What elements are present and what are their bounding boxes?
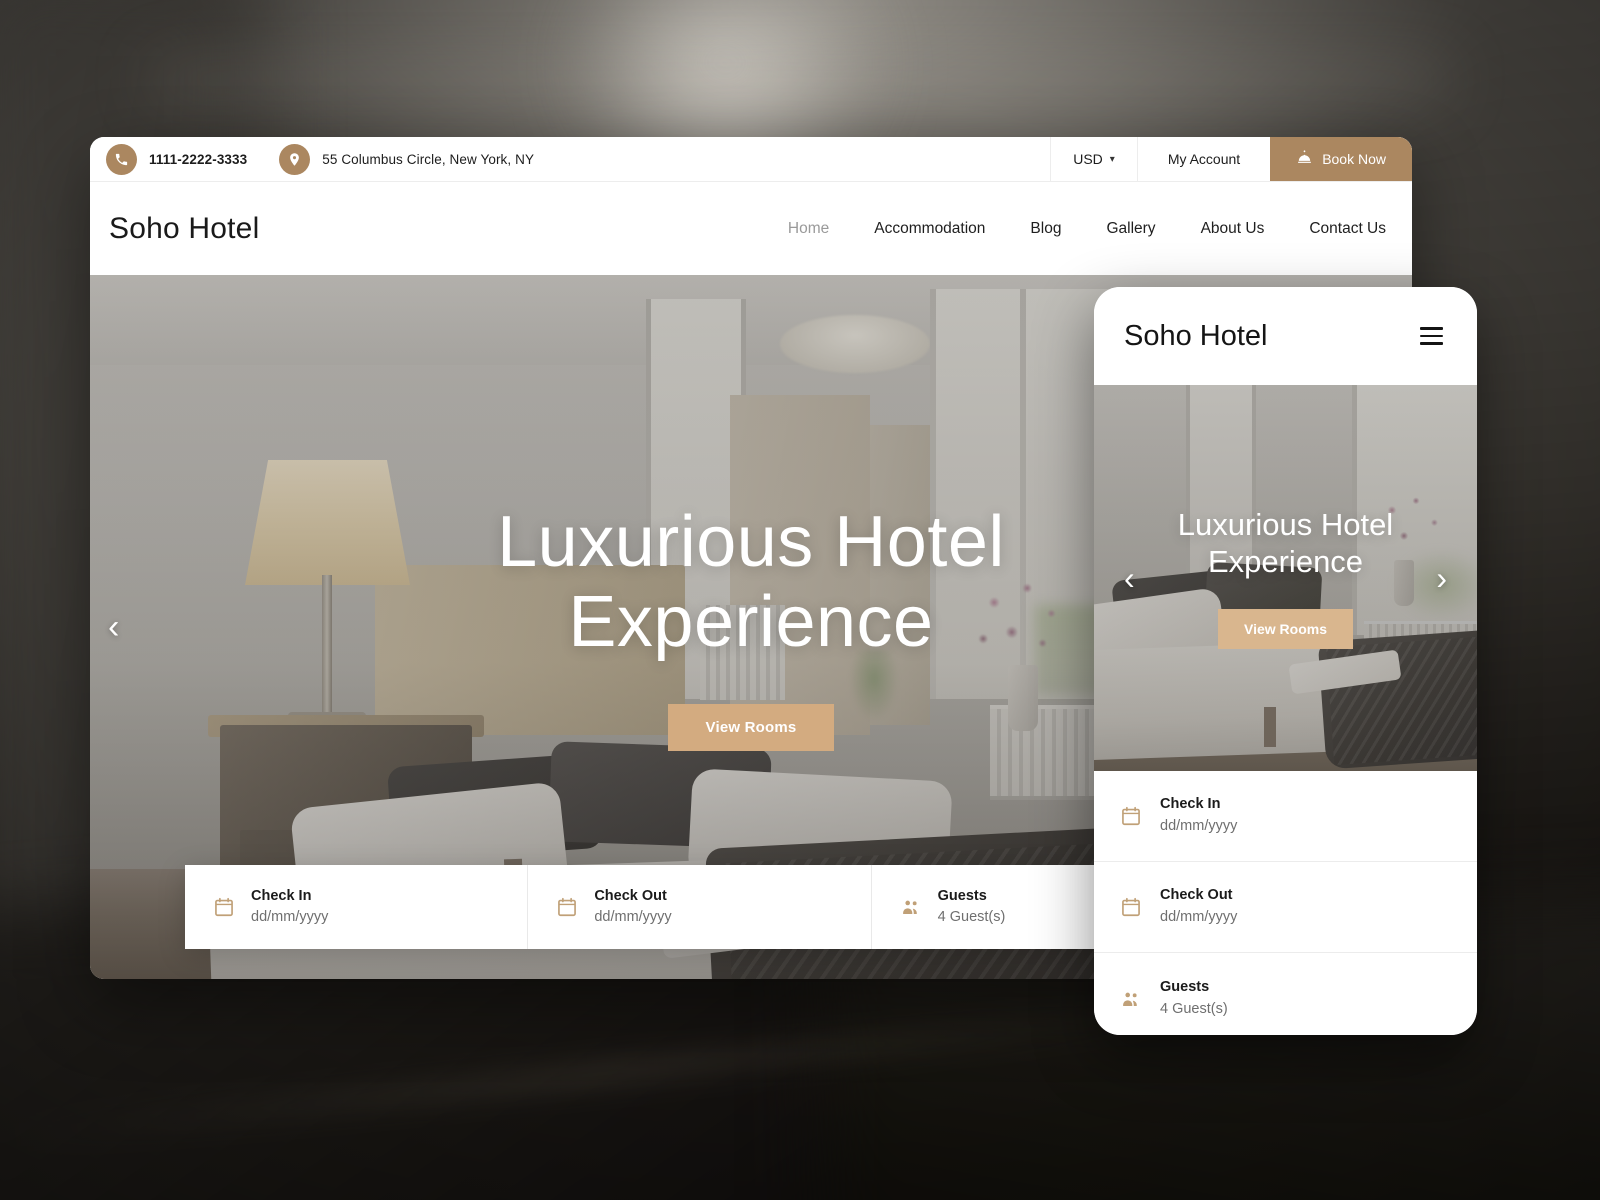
mobile-checkin-field[interactable]: Check In dd/mm/yyyy bbox=[1094, 771, 1477, 862]
phone-number: 1111-2222-3333 bbox=[149, 151, 248, 167]
mobile-checkout-value: dd/mm/yyyy bbox=[1160, 909, 1238, 925]
carousel-prev-arrow[interactable]: ‹ bbox=[108, 610, 119, 644]
mobile-header: Soho Hotel bbox=[1094, 287, 1477, 385]
guests-icon bbox=[900, 896, 922, 918]
phone-contact[interactable]: 1111-2222-3333 bbox=[106, 143, 248, 175]
mobile-checkout-text-group: Check Out dd/mm/yyyy bbox=[1160, 885, 1237, 929]
calendar-icon bbox=[1120, 805, 1142, 827]
guests-label: Guests bbox=[937, 887, 987, 904]
mobile-checkin-label: Check In bbox=[1160, 796, 1221, 813]
utility-topbar: 1111-2222-3333 55 Columbus Circle, New Y… bbox=[90, 137, 1412, 182]
guests-value: 4 Guest(s) bbox=[937, 909, 1006, 925]
book-now-button[interactable]: Book Now bbox=[1270, 137, 1412, 181]
my-account-link[interactable]: My Account bbox=[1136, 137, 1270, 181]
checkin-field[interactable]: Check In dd/mm/yyyy bbox=[185, 865, 529, 949]
mobile-checkin-text-group: Check In dd/mm/yyyy bbox=[1160, 794, 1237, 838]
mobile-guests-field[interactable]: Guests 4 Guest(s) bbox=[1094, 953, 1477, 1035]
mobile-mockup: Soho Hotel Luxurious Hotel Experience Vi… bbox=[1094, 287, 1477, 1035]
mobile-checkin-value: dd/mm/yyyy bbox=[1160, 818, 1238, 834]
mobile-carousel-prev-arrow[interactable]: ‹ bbox=[1124, 562, 1135, 594]
location-pin-icon bbox=[279, 143, 311, 175]
phone-icon bbox=[106, 143, 137, 175]
calendar-icon bbox=[213, 896, 235, 918]
mobile-checkout-label: Check Out bbox=[1160, 887, 1233, 904]
address-text: 55 Columbus Circle, New York, NY bbox=[322, 151, 535, 167]
nav-item-accommodation[interactable]: Accommodation bbox=[874, 220, 985, 238]
nav-item-gallery[interactable]: Gallery bbox=[1106, 220, 1155, 238]
mobile-guests-label: Guests bbox=[1160, 978, 1210, 995]
site-brand[interactable]: Soho Hotel bbox=[109, 212, 259, 246]
mobile-hero-title: Luxurious Hotel Experience bbox=[1177, 507, 1394, 579]
main-navbar: Soho Hotel Home Accommodation Blog Galle… bbox=[90, 182, 1412, 275]
guests-text-group: Guests 4 Guest(s) bbox=[938, 886, 1006, 928]
mobile-checkout-field[interactable]: Check Out dd/mm/yyyy bbox=[1094, 862, 1477, 953]
mobile-site-brand[interactable]: Soho Hotel bbox=[1124, 320, 1268, 353]
checkin-text-group: Check In dd/mm/yyyy bbox=[251, 886, 328, 928]
nav-links: Home Accommodation Blog Gallery About Us… bbox=[788, 220, 1394, 238]
currency-label: USD bbox=[1073, 151, 1103, 167]
checkout-text-group: Check Out dd/mm/yyyy bbox=[594, 886, 671, 928]
calendar-icon bbox=[556, 896, 578, 918]
mobile-guests-value: 4 Guest(s) bbox=[1160, 1000, 1228, 1017]
hamburger-menu-icon[interactable] bbox=[1416, 323, 1447, 349]
checkin-label: Check In bbox=[251, 887, 312, 904]
checkin-value: dd/mm/yyyy bbox=[251, 909, 329, 925]
checkout-value: dd/mm/yyyy bbox=[594, 909, 672, 925]
hero-title: Luxurious Hotel Experience bbox=[497, 502, 1005, 662]
mobile-guests-text-group: Guests 4 Guest(s) bbox=[1160, 977, 1228, 1021]
address-contact[interactable]: 55 Columbus Circle, New York, NY bbox=[279, 143, 535, 175]
mobile-carousel-next-arrow[interactable]: › bbox=[1436, 562, 1447, 594]
checkout-label: Check Out bbox=[594, 887, 667, 904]
nav-item-about-us[interactable]: About Us bbox=[1201, 220, 1265, 238]
calendar-icon bbox=[1120, 896, 1142, 918]
nav-item-contact-us[interactable]: Contact Us bbox=[1309, 220, 1386, 238]
currency-selector[interactable]: USD ▾ bbox=[1050, 137, 1137, 181]
topbar-contact-group: 1111-2222-3333 55 Columbus Circle, New Y… bbox=[90, 137, 1050, 181]
mobile-hero-content: Luxurious Hotel Experience View Rooms bbox=[1094, 385, 1477, 771]
mobile-hero-carousel: Luxurious Hotel Experience View Rooms ‹ … bbox=[1094, 385, 1477, 771]
nav-item-home[interactable]: Home bbox=[788, 220, 829, 238]
book-now-label: Book Now bbox=[1322, 151, 1386, 167]
my-account-label: My Account bbox=[1167, 151, 1241, 167]
guests-icon bbox=[1120, 988, 1142, 1010]
nav-item-blog[interactable]: Blog bbox=[1030, 220, 1061, 238]
chevron-down-icon: ▾ bbox=[1109, 153, 1115, 165]
view-rooms-button[interactable]: View Rooms bbox=[667, 703, 835, 751]
mobile-view-rooms-button[interactable]: View Rooms bbox=[1218, 608, 1353, 649]
checkout-field[interactable]: Check Out dd/mm/yyyy bbox=[528, 865, 872, 949]
service-bell-icon bbox=[1296, 149, 1313, 169]
